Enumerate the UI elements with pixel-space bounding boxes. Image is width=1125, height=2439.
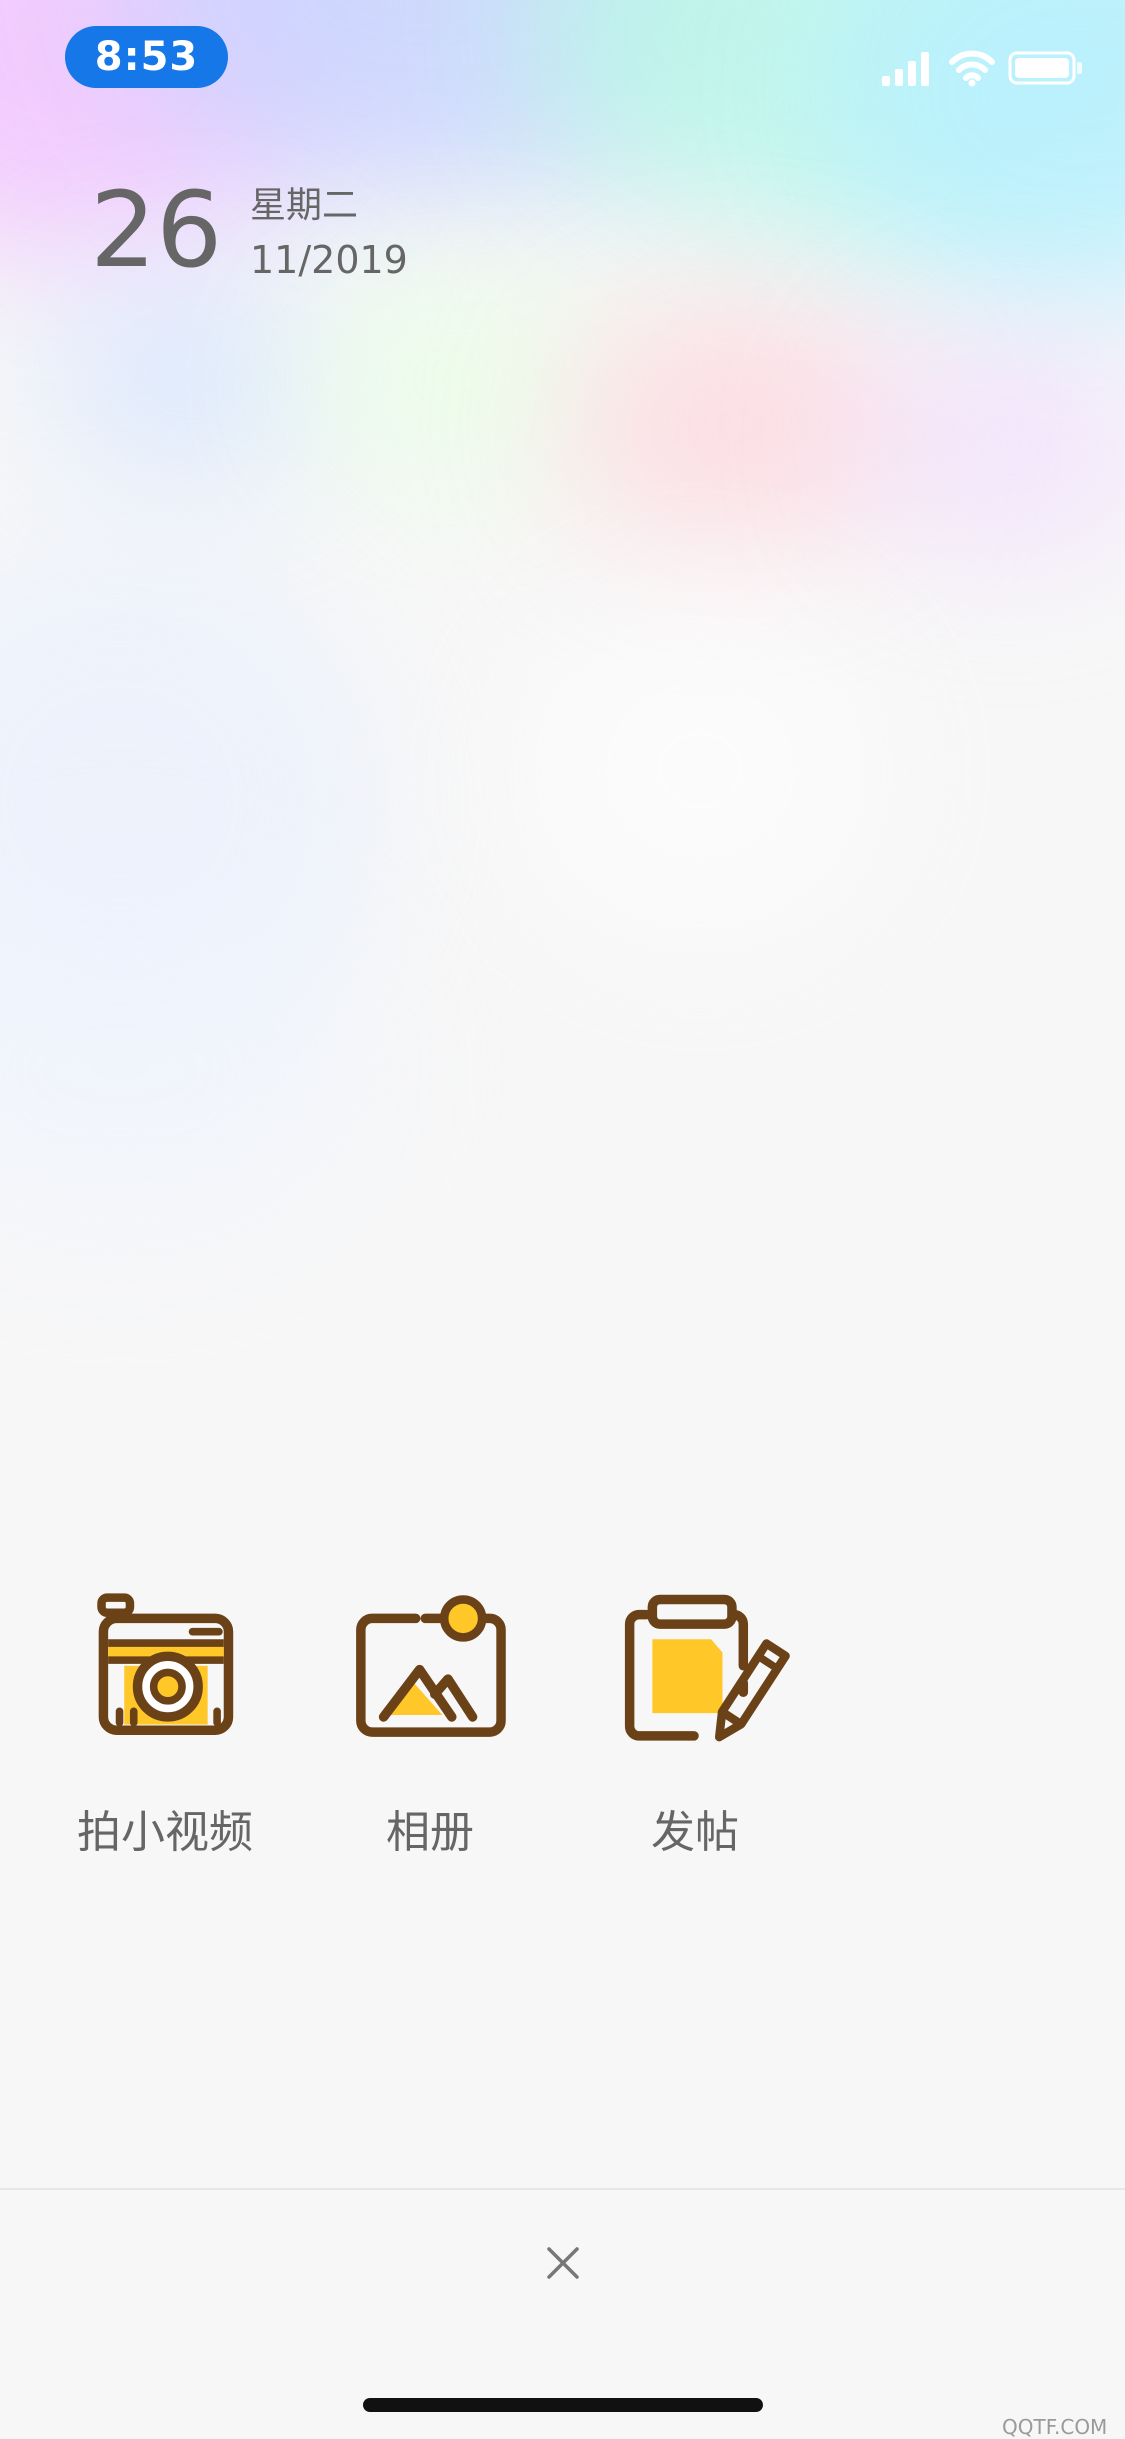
post-button[interactable]: 发帖 xyxy=(585,1590,805,1860)
close-button[interactable] xyxy=(520,2220,606,2306)
home-indicator[interactable] xyxy=(363,2398,763,2412)
post-label: 发帖 xyxy=(651,1807,739,1858)
album-icon xyxy=(356,1595,506,1737)
signal-icon xyxy=(882,52,929,86)
album-label: 相册 xyxy=(386,1807,474,1858)
shoot-video-label: 拍小视频 xyxy=(77,1807,253,1858)
date-weekday: 星期二 xyxy=(250,185,359,226)
status-bar: 8:53 xyxy=(0,0,1125,110)
camera-icon xyxy=(97,1593,234,1735)
shoot-video-button[interactable]: 拍小视频 xyxy=(55,1590,275,1860)
status-time[interactable]: 8:53 xyxy=(65,26,228,88)
clipboard-pen-icon xyxy=(624,1594,790,1742)
wifi-icon xyxy=(949,50,995,87)
date-day: 26 xyxy=(90,169,223,291)
date-month-year: 11/2019 xyxy=(250,238,408,282)
close-icon xyxy=(547,2247,579,2279)
album-button[interactable]: 相册 xyxy=(320,1590,540,1860)
battery-icon xyxy=(1008,51,1082,85)
blurred-background xyxy=(0,0,1125,2436)
watermark: QQTF.COM xyxy=(1002,2415,1108,2439)
bottom-divider xyxy=(0,2188,1125,2190)
status-icons xyxy=(880,48,1100,88)
